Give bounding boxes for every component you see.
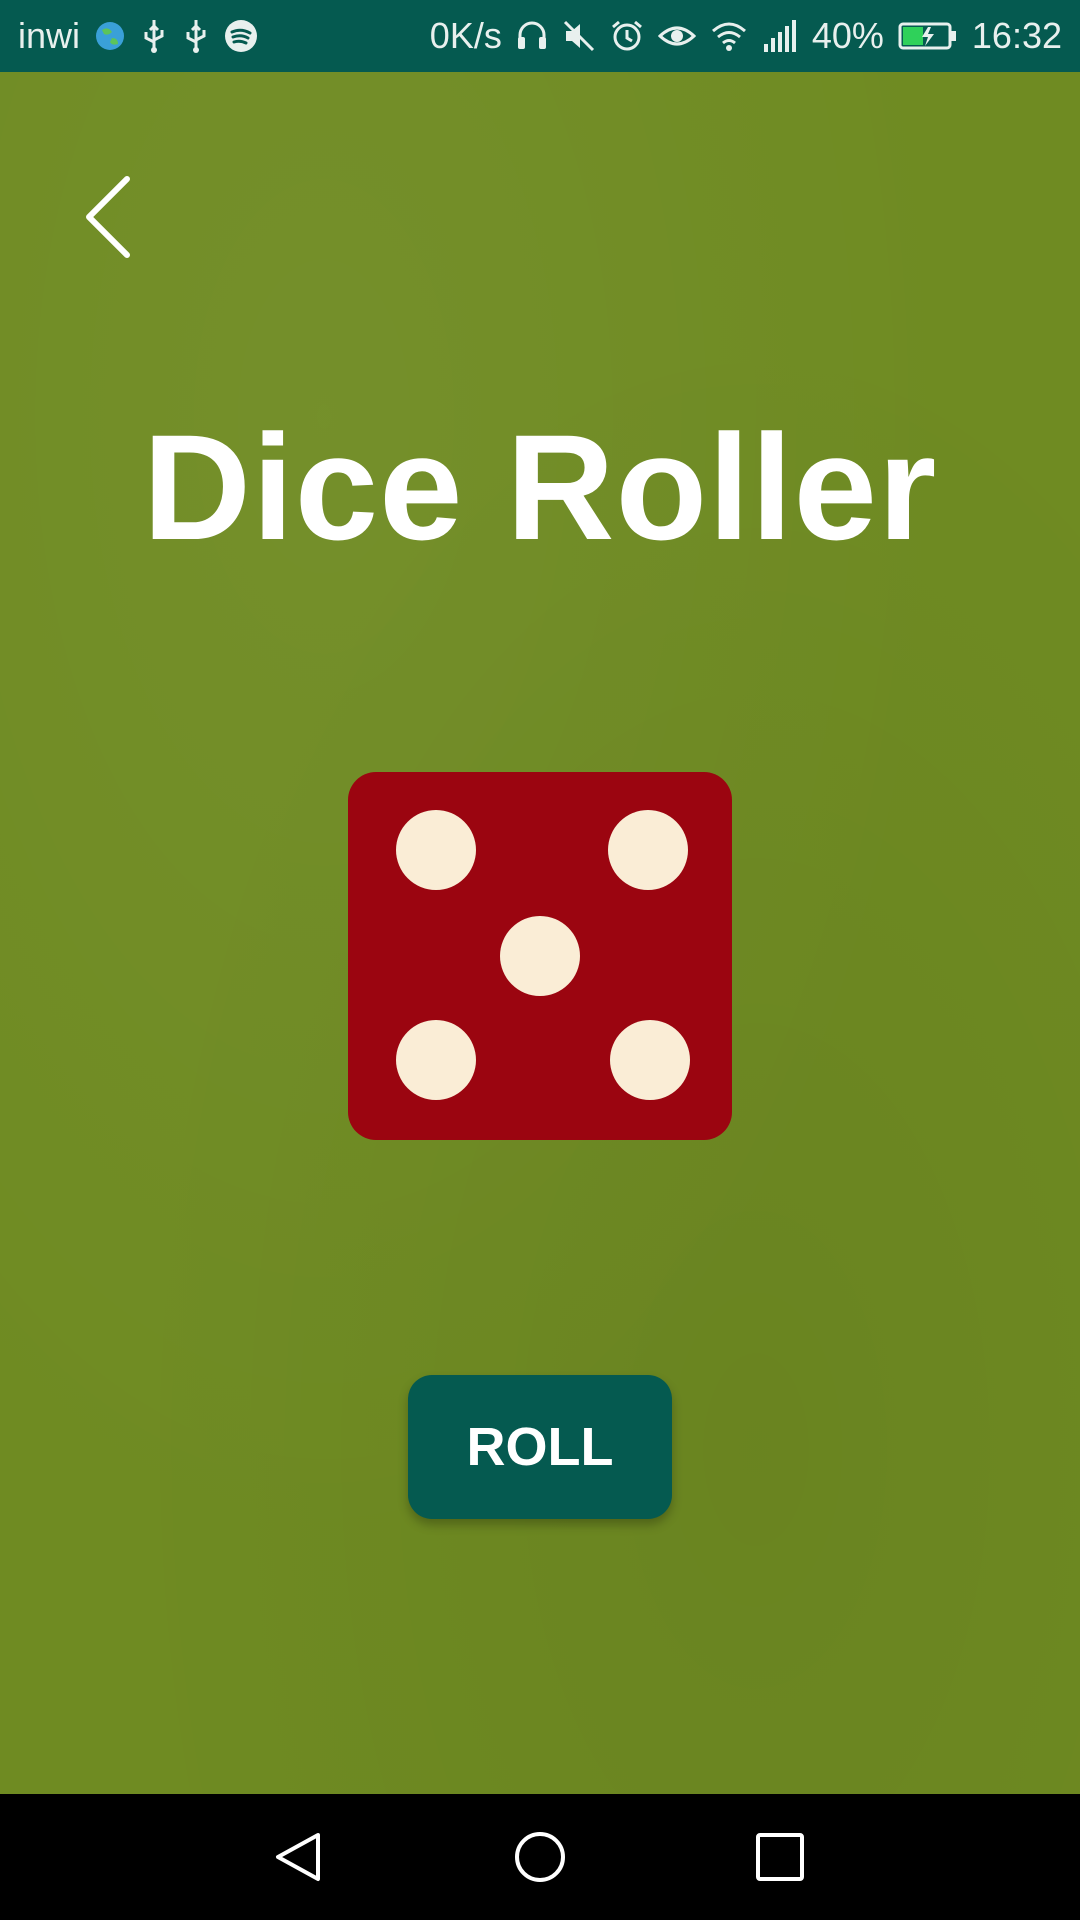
status-bar-left: inwi xyxy=(18,15,258,57)
alarm-icon xyxy=(610,19,644,53)
navigation-bar xyxy=(0,1794,1080,1920)
status-bar-right: 0K/s 40% 16:32 xyxy=(430,15,1062,57)
back-triangle-icon xyxy=(276,1833,320,1881)
globe-icon xyxy=(94,20,126,52)
mute-icon xyxy=(562,19,596,53)
headset-icon xyxy=(516,19,548,53)
clock-label: 16:32 xyxy=(971,15,1062,56)
recents-square-icon xyxy=(756,1833,804,1881)
dice-pip xyxy=(500,916,580,996)
home-circle-icon xyxy=(515,1832,565,1882)
dice-pip xyxy=(396,810,476,890)
spotify-icon xyxy=(224,19,258,53)
chevron-left-icon xyxy=(86,176,130,258)
nav-recents-button[interactable] xyxy=(745,1822,815,1892)
battery-charging-icon xyxy=(898,21,958,51)
app-content: Dice Roller ROLL xyxy=(0,72,1080,1794)
signal-icon xyxy=(762,20,798,52)
page-title: Dice Roller xyxy=(142,403,938,571)
usb-icon xyxy=(140,18,168,54)
status-bar: inwi 0K/s 40% 16:32 xyxy=(0,0,1080,72)
dice-pip xyxy=(610,1020,690,1100)
dice-image xyxy=(348,772,732,1140)
eye-icon xyxy=(657,21,696,51)
back-button[interactable] xyxy=(78,167,138,267)
nav-home-button[interactable] xyxy=(505,1822,575,1892)
usb-icon xyxy=(182,18,210,54)
screen: inwi 0K/s 40% 16:32 Dice Roller ROLL xyxy=(0,0,1080,1920)
wifi-icon xyxy=(710,20,748,52)
battery-percent-label: 40% xyxy=(811,15,884,56)
roll-button[interactable]: ROLL xyxy=(408,1375,672,1519)
dice-pip xyxy=(396,1020,476,1100)
net-speed-label: 0K/s xyxy=(429,15,502,56)
nav-back-button[interactable] xyxy=(263,1822,333,1892)
dice-pip xyxy=(608,810,688,890)
carrier-label: inwi xyxy=(18,15,81,56)
